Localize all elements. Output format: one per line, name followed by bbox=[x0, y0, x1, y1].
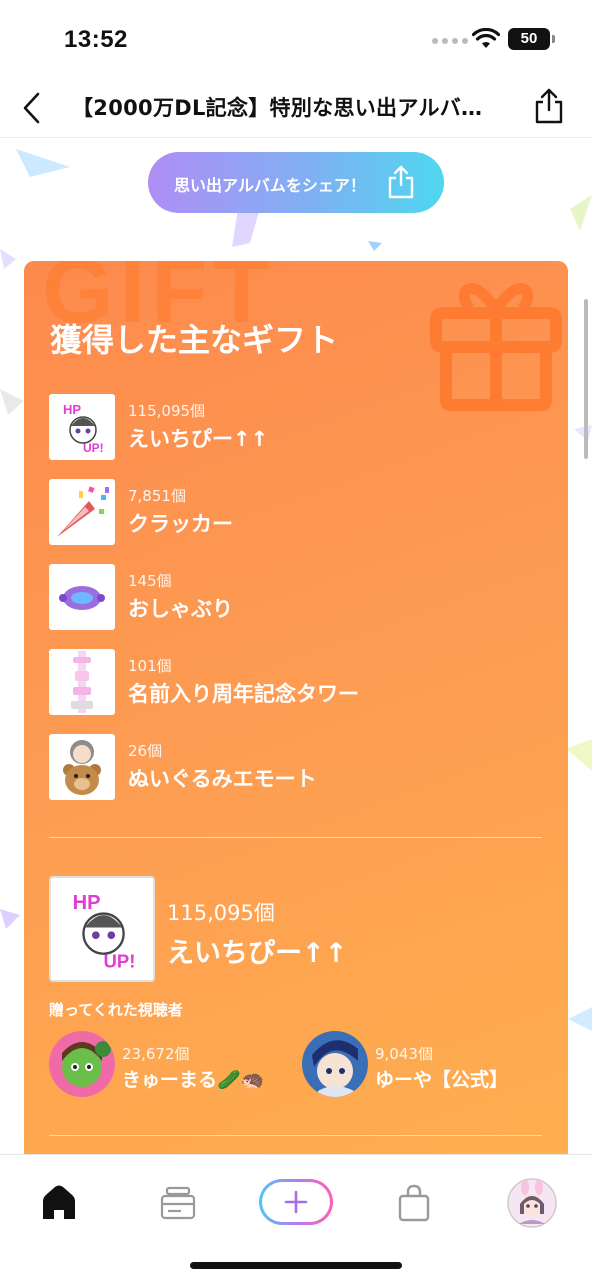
plush-emote-icon bbox=[49, 734, 115, 800]
tab-tickets[interactable] bbox=[148, 1175, 208, 1231]
gift-count: 115,095個 bbox=[128, 402, 206, 420]
svg-text:HP: HP bbox=[63, 402, 81, 417]
back-chevron-icon[interactable] bbox=[18, 90, 46, 126]
share-icon[interactable] bbox=[532, 86, 566, 126]
add-icon bbox=[284, 1190, 308, 1214]
gift-count: 26個 bbox=[128, 742, 163, 760]
section-heading: 獲得した主なギフト bbox=[50, 321, 339, 359]
viewer-name: きゅーまる🥒🦔 bbox=[122, 1069, 265, 1091]
pacifier-icon bbox=[49, 564, 115, 630]
svg-text:HP: HP bbox=[73, 892, 101, 914]
gift-item[interactable]: 101個 名前入り周年記念タワー bbox=[49, 649, 529, 715]
add-button[interactable] bbox=[259, 1179, 333, 1225]
viewers-label: 贈ってくれた視聴者 bbox=[49, 1001, 183, 1019]
hp-up-sticker-icon: HP UP! bbox=[49, 394, 115, 460]
wifi-icon bbox=[472, 28, 500, 48]
gift-count: 145個 bbox=[128, 572, 172, 590]
battery-icon: 50 bbox=[508, 28, 555, 50]
share-album-label: 思い出アルバムをシェア！ bbox=[174, 176, 366, 195]
top-gift-name: えいちぴー↑↑ bbox=[167, 938, 348, 969]
profile-avatar bbox=[507, 1178, 557, 1228]
gift-count: 7,851個 bbox=[128, 487, 186, 505]
gift-count: 101個 bbox=[128, 657, 172, 675]
gift-box-icon bbox=[430, 283, 562, 411]
gift-name: えいちぴー↑↑ bbox=[128, 427, 269, 451]
gift-name: クラッカー bbox=[128, 512, 233, 536]
svg-text:UP!: UP! bbox=[83, 441, 104, 455]
gift-item[interactable]: 26個 ぬいぐるみエモート bbox=[49, 734, 529, 800]
gift-name: ぬいぐるみエモート bbox=[128, 767, 317, 791]
gift-item[interactable]: HP UP! 115,095個 えいちぴー↑↑ bbox=[49, 394, 529, 460]
gift-item[interactable]: 145個 おしゃぶり bbox=[49, 564, 529, 630]
shop-bag-icon bbox=[398, 1184, 430, 1222]
anniversary-tower-icon bbox=[49, 649, 115, 715]
tab-profile[interactable] bbox=[502, 1175, 562, 1231]
gift-item[interactable]: 7,851個 クラッカー bbox=[49, 479, 529, 545]
avatar bbox=[49, 1031, 115, 1097]
ticket-icon bbox=[160, 1186, 196, 1220]
avatar bbox=[302, 1031, 368, 1097]
viewer-item[interactable]: 23,672個 きゅーまる🥒🦔 bbox=[49, 1031, 289, 1097]
status-bar: 13:52 50 bbox=[0, 0, 592, 80]
home-icon bbox=[43, 1185, 75, 1219]
nav-bar: 【2000万DL記念】特別な思い出アルバ… bbox=[0, 80, 592, 138]
tab-home[interactable] bbox=[29, 1175, 89, 1231]
home-indicator bbox=[190, 1262, 402, 1269]
party-cracker-icon bbox=[49, 479, 115, 545]
share-album-button[interactable]: 思い出アルバムをシェア！ bbox=[148, 152, 444, 213]
tab-shop[interactable] bbox=[384, 1175, 444, 1231]
scrollbar[interactable] bbox=[584, 299, 588, 459]
page-title: 【2000万DL記念】特別な思い出アルバ… bbox=[72, 96, 483, 120]
top-gift-count: 115,095個 bbox=[167, 901, 275, 925]
svg-text:UP!: UP! bbox=[104, 951, 136, 972]
viewer-count: 23,672個 bbox=[122, 1045, 190, 1063]
divider bbox=[49, 837, 542, 838]
viewer-count: 9,043個 bbox=[375, 1045, 433, 1063]
hp-up-sticker-icon[interactable]: HP UP! bbox=[49, 876, 155, 982]
divider bbox=[49, 1135, 542, 1136]
gift-summary-card: GIFT 獲得した主なギフト HP UP! 115,095個 えいちぴー↑↑ 7… bbox=[24, 261, 568, 1154]
viewer-name: ゆーや【公式】 bbox=[375, 1069, 509, 1091]
gift-name: おしゃぶり bbox=[128, 597, 233, 621]
signal-dots-icon bbox=[432, 38, 468, 44]
gift-name: 名前入り周年記念タワー bbox=[128, 682, 359, 706]
album-content: 思い出アルバムをシェア！ GIFT 獲得した主なギフト HP UP! 115,0… bbox=[0, 139, 592, 1154]
status-time: 13:52 bbox=[64, 26, 128, 53]
share-icon bbox=[388, 165, 414, 199]
viewer-item[interactable]: 9,043個 ゆーや【公式】 bbox=[302, 1031, 542, 1097]
